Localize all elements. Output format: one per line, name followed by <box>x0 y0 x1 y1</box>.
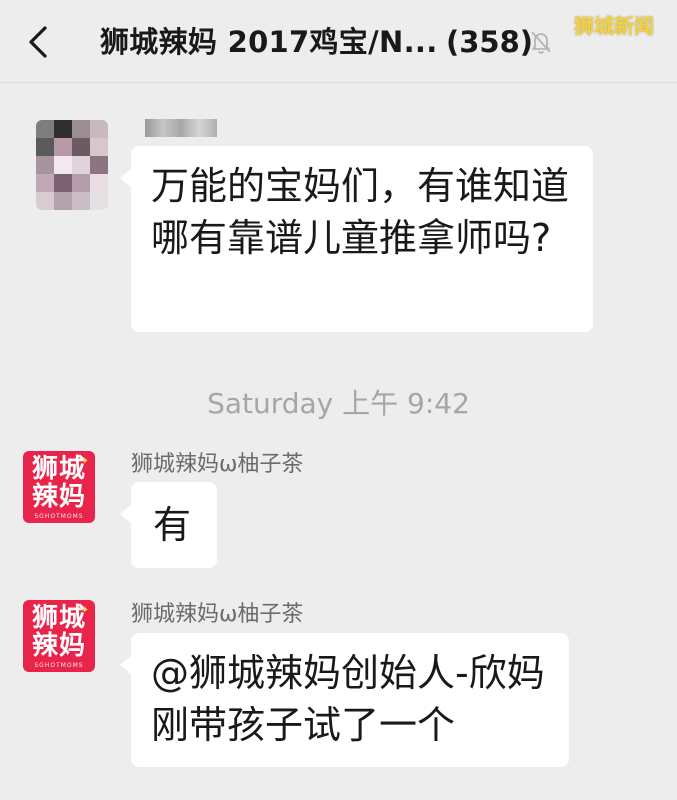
avatar-logo[interactable]: ✦ 狮城 辣妈 SGHOTMOMS <box>23 451 95 523</box>
logo-text-line2: 辣妈 <box>31 481 86 512</box>
logo-text-line1: 狮城 <box>31 602 86 633</box>
sender-name-blurred <box>145 119 217 137</box>
watermark-text: 狮城新闻 <box>574 14 654 38</box>
message-bubble[interactable]: 万能的宝妈们，有谁知道哪有靠谱儿童推拿师吗? <box>120 146 593 332</box>
star-icon: ✦ <box>80 605 89 616</box>
chat-title[interactable]: 狮城辣妈 2017鸡宝/N... <box>100 20 438 64</box>
sender-name: 狮城辣妈ω柚子茶 <box>131 452 304 477</box>
logo-subtext: SGHOTMOMS <box>34 661 84 669</box>
star-icon: ✦ <box>80 456 89 467</box>
logo-text-line1: 狮城 <box>31 453 86 484</box>
back-button[interactable] <box>18 20 58 64</box>
bell-off-icon <box>531 31 551 54</box>
avatar-logo[interactable]: ✦ 狮城 辣妈 SGHOTMOMS <box>23 600 95 672</box>
avatar-blurred[interactable] <box>36 120 108 210</box>
message-bubble[interactable]: 有 <box>120 482 217 568</box>
logo-text-line2: 辣妈 <box>31 630 86 661</box>
time-separator: Saturday 上午 9:42 <box>207 387 470 420</box>
chevron-left-icon <box>29 26 47 58</box>
member-count: (358) <box>446 25 534 59</box>
message-bubble[interactable]: @狮城辣妈创始人-欣妈 刚带孩子试了一个 <box>120 633 569 767</box>
logo-subtext: SGHOTMOMS <box>34 512 84 520</box>
sender-name: 狮城辣妈ω柚子茶 <box>131 602 304 627</box>
